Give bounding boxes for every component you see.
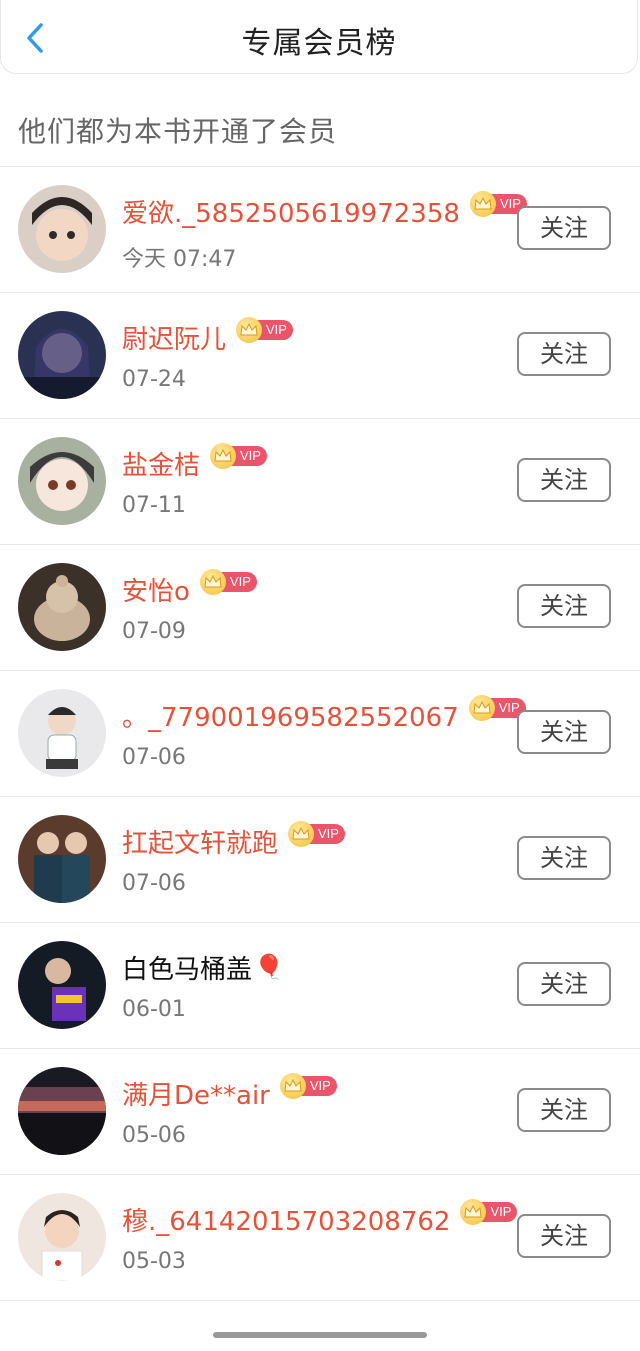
follow-button[interactable]: 关注 [517, 332, 611, 376]
member-row[interactable]: 穆._64142015703208762 VIP 05-03 关注 [0, 1175, 640, 1301]
member-date: 05-03 [122, 1249, 186, 1274]
member-name[interactable]: 。_779001969582552067 [122, 697, 459, 734]
member-row[interactable]: 满月De**air VIP 05-06 关注 [0, 1049, 640, 1175]
member-row[interactable]: 扛起文轩就跑 VIP 07-06 关注 [0, 797, 640, 923]
member-name[interactable]: 满月De**air [122, 1075, 270, 1112]
avatar[interactable] [18, 311, 106, 399]
vip-badge: VIP [288, 821, 345, 847]
page-title: 专属会员榜 [241, 26, 397, 61]
follow-button[interactable]: 关注 [517, 962, 611, 1006]
vip-badge: VIP [199, 569, 257, 595]
crown-icon [468, 695, 495, 721]
member-row[interactable]: 尉迟阮儿 VIP 07-24 关注 [0, 293, 640, 419]
crown-icon [199, 569, 226, 595]
avatar[interactable] [18, 689, 106, 777]
follow-button[interactable]: 关注 [517, 836, 611, 880]
member-date: 07-11 [122, 493, 186, 518]
member-name[interactable]: 白色马桶盖 [122, 949, 252, 986]
member-date: 07-06 [122, 871, 186, 896]
member-date: 07-06 [122, 745, 186, 770]
avatar[interactable] [18, 941, 106, 1029]
member-date: 05-06 [122, 1123, 186, 1148]
member-date: 07-24 [122, 367, 186, 392]
member-name[interactable]: 扛起文轩就跑 [122, 823, 278, 860]
member-date: 06-01 [122, 997, 186, 1022]
member-name[interactable]: 穆._64142015703208762 [122, 1201, 450, 1238]
member-row[interactable]: 爱欲._5852505619972358 VIP 今天 07:47 关注 [0, 167, 640, 293]
member-row[interactable]: 盐金桔 VIP 07-11 关注 [0, 419, 640, 545]
member-row[interactable]: 白色马桶盖 🎈 06-01 关注 [0, 923, 640, 1049]
avatar[interactable] [18, 185, 106, 273]
vip-badge: VIP [460, 1199, 518, 1225]
follow-button[interactable]: 关注 [517, 1088, 611, 1132]
avatar[interactable] [18, 437, 106, 525]
member-name[interactable]: 安怡o [122, 571, 190, 608]
follow-button[interactable]: 关注 [517, 458, 611, 502]
avatar[interactable] [18, 1193, 106, 1281]
member-name[interactable]: 爱欲._5852505619972358 [122, 193, 460, 230]
home-indicator[interactable] [213, 1332, 427, 1338]
avatar[interactable] [18, 563, 106, 651]
balloon-emoji: 🎈 [254, 953, 284, 981]
member-name[interactable]: 尉迟阮儿 [122, 319, 226, 356]
avatar[interactable] [18, 1067, 106, 1155]
avatar[interactable] [18, 815, 106, 903]
crown-icon [210, 443, 237, 469]
member-row[interactable]: 安怡o VIP 07-09 关注 [0, 545, 640, 671]
follow-button[interactable]: 关注 [517, 206, 611, 250]
crown-icon [236, 317, 263, 343]
follow-button[interactable]: 关注 [517, 710, 611, 754]
member-date: 07-09 [122, 619, 186, 644]
member-name[interactable]: 盐金桔 [122, 445, 200, 482]
member-date: 今天 07:47 [122, 247, 237, 272]
vip-badge: VIP [236, 317, 293, 343]
follow-button[interactable]: 关注 [517, 584, 611, 628]
crown-icon [279, 1073, 306, 1099]
member-list: 爱欲._5852505619972358 VIP 今天 07:47 关注 尉迟阮… [0, 167, 640, 1301]
follow-button[interactable]: 关注 [517, 1214, 611, 1258]
crown-icon [288, 821, 315, 847]
member-row[interactable]: 。_779001969582552067 VIP 07-06 关注 [0, 671, 640, 797]
section-subtitle: 他们都为本书开通了会员 [18, 115, 338, 148]
vip-badge: VIP [279, 1073, 337, 1099]
top-bar: 专属会员榜 [0, 0, 638, 74]
vip-badge: VIP [210, 443, 267, 469]
crown-icon [469, 191, 496, 217]
